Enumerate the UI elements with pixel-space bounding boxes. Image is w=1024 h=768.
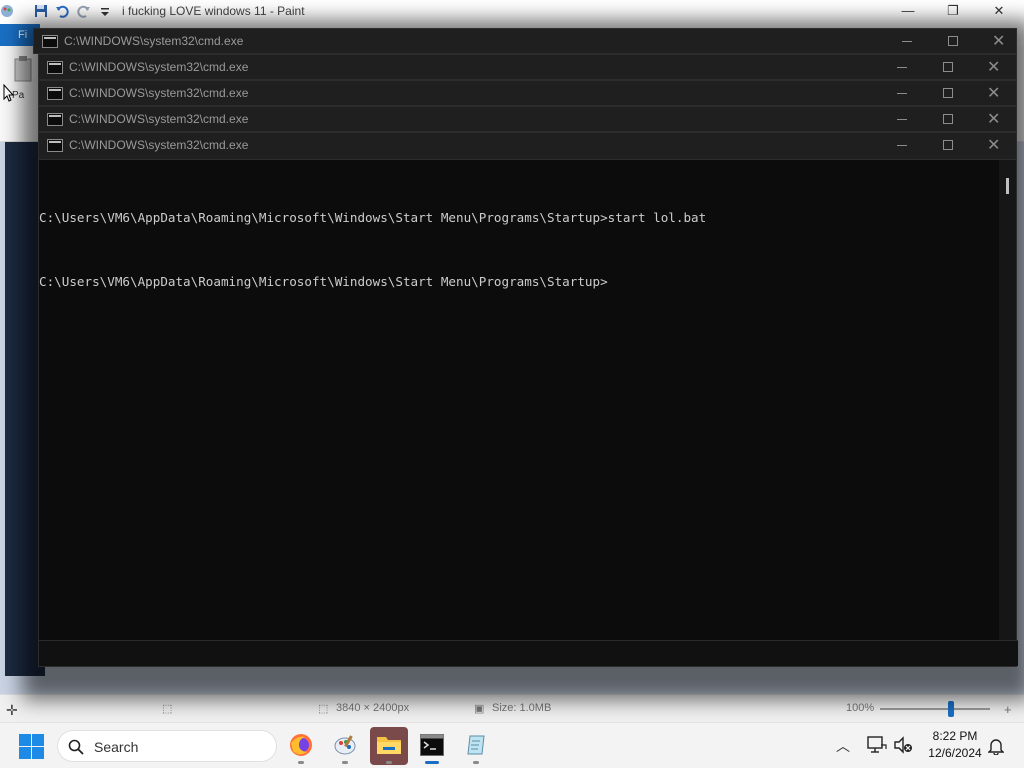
file-explorer-taskbar-button[interactable] (370, 727, 408, 765)
file-explorer-icon (377, 737, 401, 754)
zoom-slider-thumb[interactable] (948, 701, 954, 717)
vertical-scrollbar[interactable] (999, 160, 1016, 640)
minimize-button[interactable] (884, 29, 930, 53)
paint-close-button[interactable]: ✕ (987, 2, 1011, 20)
cmd-window-title: C:\WINDOWS\system32\cmd.exe (69, 112, 249, 126)
minimize-button[interactable] (879, 133, 925, 157)
redo-icon[interactable] (77, 4, 91, 18)
zoom-slider[interactable] (880, 708, 990, 710)
cmd-window-titlebar[interactable]: C:\WINDOWS\system32\cmd.exe ✕ (38, 132, 1017, 160)
search-placeholder: Search (94, 739, 139, 755)
save-icon[interactable] (34, 4, 48, 18)
show-hidden-icons-chevron-icon[interactable]: ︿ (836, 736, 850, 756)
zoom-level: 100% (846, 702, 875, 714)
console-prompt-line: C:\Users\VM6\AppData\Roaming\Microsoft\W… (39, 274, 608, 289)
cmd-window-title: C:\WINDOWS\system32\cmd.exe (69, 86, 249, 100)
file-size: Size: 1.0MB (492, 702, 552, 714)
console-output: C:\Users\VM6\AppData\Roaming\Microsoft\W… (39, 178, 999, 338)
cmd-window-title: C:\WINDOWS\system32\cmd.exe (69, 60, 249, 74)
maximize-button[interactable] (925, 133, 971, 157)
notepad-icon (467, 735, 485, 755)
cmd-icon (47, 113, 63, 126)
console-area[interactable]: C:\Users\VM6\AppData\Roaming\Microsoft\W… (38, 160, 1018, 667)
mouse-cursor-icon (3, 84, 15, 102)
paint-window-title: i fucking LOVE windows 11 - Paint (122, 4, 305, 18)
selection-size-icon: ⬚ (162, 703, 173, 715)
clock-date: 12/6/2024 (928, 746, 982, 760)
canvas-dimensions: 3840 × 2400px (336, 702, 410, 714)
cmd-window-title: C:\WINDOWS\system32\cmd.exe (64, 34, 244, 48)
taskbar: Search ︿ 8:22 PM 12/6/2024 (0, 722, 1024, 768)
file-size-icon: ▣ (474, 703, 485, 715)
firefox-taskbar-button[interactable] (282, 727, 320, 765)
cursor-position-icon: ✛ (6, 702, 18, 718)
cmd-icon (47, 87, 63, 100)
horizontal-scrollbar[interactable] (39, 640, 1018, 666)
windows-logo-icon (19, 734, 31, 746)
start-button[interactable] (19, 734, 45, 760)
close-button[interactable]: ✕ (976, 29, 1022, 53)
terminal-taskbar-button[interactable] (413, 727, 451, 765)
console-line: C:\Users\VM6\AppData\Roaming\Microsoft\W… (39, 210, 707, 225)
paint-taskbar-button[interactable] (326, 727, 364, 765)
maximize-button[interactable] (930, 29, 976, 53)
cmd-window-titlebar[interactable]: C:\WINDOWS\system32\cmd.exe ✕ (38, 54, 1017, 80)
notification-bell-icon[interactable] (988, 737, 1004, 755)
notepad-taskbar-button[interactable] (457, 727, 495, 765)
cmd-window-titlebar[interactable]: C:\WINDOWS\system32\cmd.exe ✕ (33, 28, 1017, 54)
close-button[interactable]: ✕ (971, 55, 1017, 79)
minimize-button[interactable] (879, 55, 925, 79)
maximize-button[interactable] (925, 107, 971, 131)
paint-app-icon (1, 5, 13, 17)
system-clock[interactable]: 8:22 PM 12/6/2024 (920, 728, 990, 762)
search-box[interactable]: Search (57, 730, 277, 762)
terminal-icon (420, 734, 444, 756)
minimize-button[interactable] (879, 107, 925, 131)
maximize-button[interactable] (925, 55, 971, 79)
minimize-button[interactable] (879, 81, 925, 105)
cmd-window-titlebar[interactable]: C:\WINDOWS\system32\cmd.exe ✕ (38, 106, 1017, 132)
firefox-icon (290, 734, 312, 756)
clock-time: 8:22 PM (932, 729, 978, 743)
paint-minimize-button[interactable]: — (896, 2, 920, 20)
paint-maximize-button[interactable]: ❐ (941, 2, 965, 20)
cmd-window-title: C:\WINDOWS\system32\cmd.exe (69, 138, 249, 152)
paint-icon (334, 735, 356, 755)
canvas-dimensions-icon: ⬚ (318, 703, 329, 715)
network-icon[interactable] (867, 736, 887, 754)
close-button[interactable]: ✕ (971, 133, 1017, 157)
undo-icon[interactable] (55, 4, 69, 18)
scrollbar-thumb[interactable] (1006, 178, 1009, 194)
cmd-icon (47, 61, 63, 74)
search-icon (68, 739, 84, 755)
maximize-button[interactable] (925, 81, 971, 105)
zoom-in-icon[interactable]: + (1004, 702, 1012, 717)
cmd-window-titlebar[interactable]: C:\WINDOWS\system32\cmd.exe ✕ (38, 80, 1017, 106)
cmd-icon (42, 35, 58, 48)
close-button[interactable]: ✕ (971, 81, 1017, 105)
customize-toolbar-icon[interactable] (98, 4, 112, 18)
close-button[interactable]: ✕ (971, 107, 1017, 131)
volume-muted-icon[interactable] (893, 736, 913, 754)
cmd-icon (47, 139, 63, 152)
